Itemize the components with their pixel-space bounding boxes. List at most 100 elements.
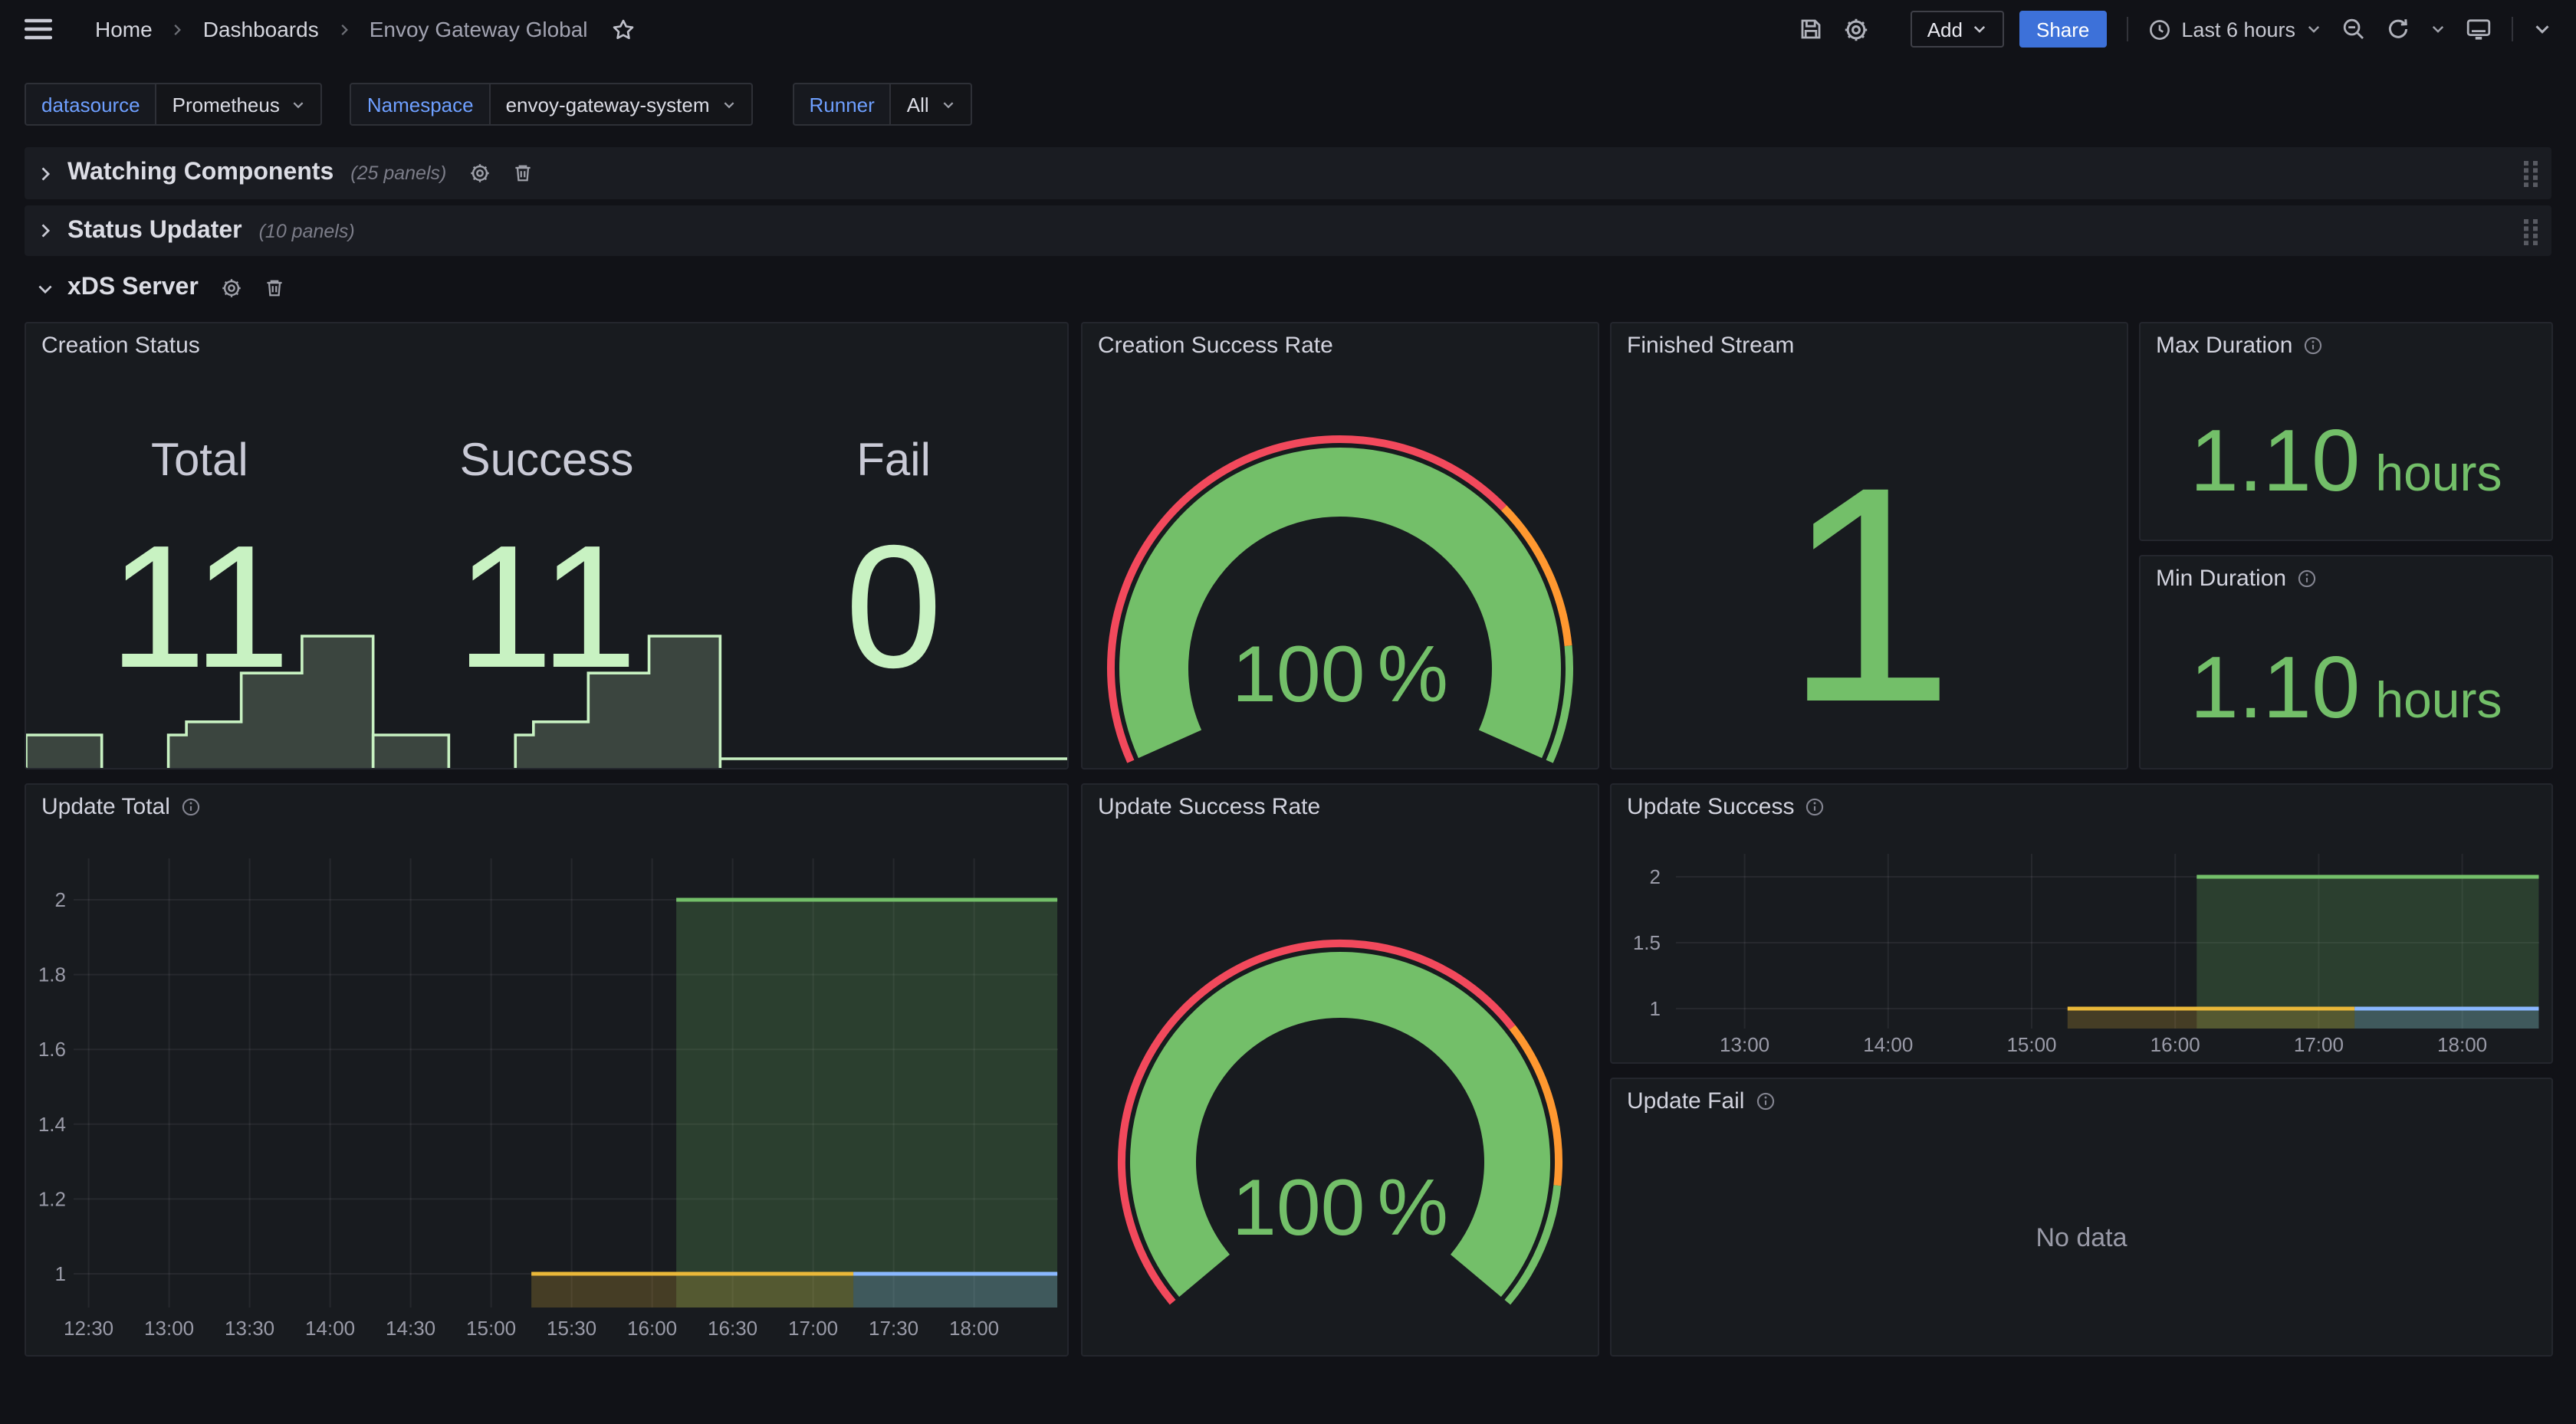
share-button[interactable]: Share [2019,11,2106,48]
add-button-label: Add [1927,18,1963,41]
x-tick-label: 12:30 [64,1317,113,1340]
panel-title[interactable]: Update Success Rate [1098,793,1320,819]
panel-header[interactable]: Creation Success Rate [1083,323,1598,366]
save-dashboard-icon[interactable] [1799,17,1823,41]
dashboard-settings-icon[interactable] [1843,16,1869,42]
stat-unit: hours [2375,445,2502,503]
stat-total: Total 11 [26,323,373,768]
x-tick-label: 16:00 [2150,1033,2200,1056]
info-icon[interactable] [1755,1091,1775,1111]
time-range-label: Last 6 hours [2181,18,2295,41]
breadcrumb-dashboards[interactable]: Dashboards [203,17,319,41]
panel-title[interactable]: Update Fail [1627,1088,1744,1114]
stat-value-row: 1.10 hours [2141,645,2551,733]
series-fill [2196,877,2538,1029]
variable-datasource-label[interactable]: datasource [25,83,157,126]
info-icon[interactable] [2297,568,2317,588]
y-tick-label: 2 [55,888,66,911]
panel-title[interactable]: Finished Stream [1627,332,1794,358]
row-xds-server[interactable]: xDS Server [25,264,2551,313]
panel-header[interactable]: Update Success Rate [1083,785,1598,828]
variable-runner-label[interactable]: Runner [793,83,892,126]
panel-update-total: 11.21.41.61.8212:3013:0013:3014:0014:301… [25,783,1069,1357]
variable-namespace-value[interactable]: envoy-gateway-system [491,83,753,126]
row-settings-gear-icon[interactable] [222,277,243,299]
panel-header[interactable]: Max Duration [2141,323,2551,366]
chevron-down-icon [722,97,736,111]
info-icon[interactable] [1805,796,1825,816]
hamburger-menu-icon[interactable] [25,18,52,40]
time-range-picker[interactable]: Last 6 hours [2147,18,2321,41]
panel-title[interactable]: Min Duration [2156,565,2286,591]
gauge-value-text: 100% [1232,1163,1448,1252]
stat-value: 1 [1612,443,2127,750]
toolbar-divider [2512,17,2513,41]
panel-header[interactable]: Update Fail [1612,1079,2551,1122]
y-tick-label: 1.6 [38,1038,66,1061]
y-tick-label: 1.4 [38,1113,66,1136]
clock-icon [2147,18,2170,41]
chevron-down-icon [1972,21,1987,37]
stat-label: Success [373,434,721,489]
x-tick-label: 17:00 [788,1317,838,1340]
series-fill [531,1274,853,1308]
panel-header[interactable]: Update Success [1612,785,2551,828]
gauge-value-text: 100% [1232,630,1448,719]
row-watching-components[interactable]: Watching Components (25 panels) [25,147,2551,199]
panel-header[interactable]: Finished Stream [1612,323,2127,366]
row-title[interactable]: Status Updater [67,217,242,244]
x-tick-label: 13:00 [1720,1033,1769,1056]
y-tick-label: 2 [1650,865,1661,888]
row-title[interactable]: Watching Components [67,159,334,187]
row-title[interactable]: xDS Server [67,274,199,302]
panel-header[interactable]: Min Duration [2141,556,2551,599]
variable-namespace: Namespace envoy-gateway-system [350,83,753,126]
variable-runner-value[interactable]: All [892,83,972,126]
toolbar-collapse-chevron-icon[interactable] [2533,20,2551,38]
panel-title[interactable]: Creation Success Rate [1098,332,1333,358]
row-delete-trash-icon[interactable] [264,277,286,299]
nav-actions: Add Share Last 6 hours [1799,11,2551,48]
panel-header[interactable]: Update Total [26,785,1067,828]
update-total-chart: 11.21.41.61.8212:3013:0013:3014:0014:301… [26,785,1067,1355]
row-delete-trash-icon[interactable] [512,162,534,184]
kiosk-monitor-icon[interactable] [2466,17,2492,41]
x-tick-label: 17:30 [869,1317,918,1340]
x-tick-label: 15:00 [466,1317,516,1340]
x-tick-label: 18:00 [2437,1033,2487,1056]
y-tick-label: 1.8 [38,963,66,986]
row-status-updater[interactable]: Status Updater (10 panels) [25,205,2551,256]
info-icon[interactable] [2303,335,2323,355]
add-button[interactable]: Add [1911,11,2004,48]
refresh-interval-chevron-icon[interactable] [2430,21,2446,37]
info-icon[interactable] [181,796,201,816]
chevron-right-icon [337,22,351,36]
panel-update-success-rate: 100% Update Success Rate [1081,783,1599,1357]
zoom-out-icon[interactable] [2341,17,2366,41]
panel-title[interactable]: Update Success [1627,793,1794,819]
chevron-down-icon [292,97,306,111]
variable-datasource-value[interactable]: Prometheus [157,83,323,126]
row-drag-handle[interactable] [2522,217,2539,244]
toolbar-divider [2126,17,2128,41]
row-drag-handle[interactable] [2522,159,2539,187]
variable-namespace-label[interactable]: Namespace [350,83,491,126]
stat-value: 11 [373,523,721,694]
panel-title[interactable]: Creation Status [41,332,200,358]
stat-value: 0 [720,523,1067,694]
refresh-icon[interactable] [2386,17,2410,41]
row-settings-gear-icon[interactable] [469,162,491,184]
panel-title[interactable]: Update Total [41,793,170,819]
y-tick-label: 1 [55,1262,66,1285]
series-fill [2068,1009,2354,1029]
breadcrumb-home[interactable]: Home [95,17,153,41]
panel-creation-status: Creation Status Total 11 Success 11 Fail… [25,322,1069,769]
breadcrumb-current: Envoy Gateway Global [370,17,588,41]
grafana-dashboard: Home Dashboards Envoy Gateway Global Add [0,0,2576,1424]
stat-label: Fail [720,434,1067,489]
panel-header[interactable]: Creation Status [26,323,1067,366]
chevron-down-icon [941,97,955,111]
no-data-message: No data [1612,1122,2551,1355]
panel-title[interactable]: Max Duration [2156,332,2292,358]
star-icon[interactable] [613,18,636,41]
